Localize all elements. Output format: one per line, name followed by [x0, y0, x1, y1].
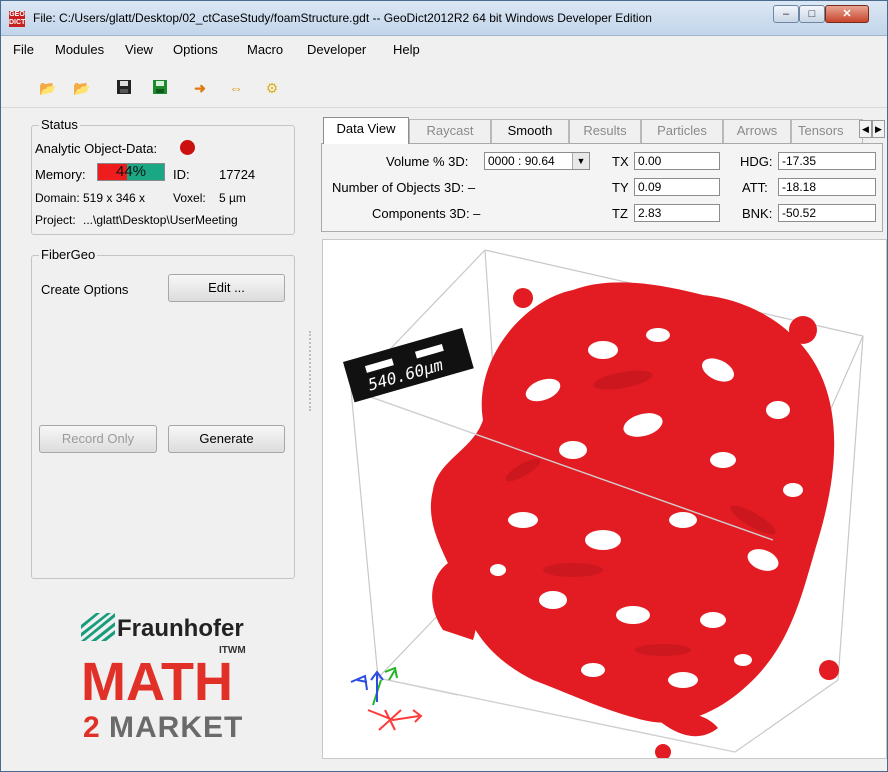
memory-label: Memory:	[35, 167, 86, 182]
tab-scroll-left-icon[interactable]: ◀	[859, 120, 872, 138]
tab-tensors[interactable]: Tensors	[791, 119, 863, 143]
volume-select-value: 0000 : 90.64	[488, 154, 555, 168]
maximize-button[interactable]: □	[799, 5, 825, 23]
tab-scroll-right-icon[interactable]: ▶	[872, 120, 885, 138]
record-only-button[interactable]: Record Only	[39, 425, 157, 453]
scale-bar: 540.60µm	[343, 327, 474, 403]
open-folder-icon[interactable]: 📂	[73, 79, 91, 97]
id-value: 17724	[219, 167, 256, 182]
generate-button[interactable]: Generate	[168, 425, 285, 453]
ty-label: TY	[612, 180, 629, 195]
tab-strip: Data View Raycast Smooth Results Particl…	[321, 117, 887, 233]
memory-value: 44%	[115, 163, 147, 180]
components-label: Components 3D: –	[372, 206, 481, 221]
open-folder-icon[interactable]: 📂	[39, 79, 57, 97]
menu-modules[interactable]: Modules	[55, 42, 104, 57]
tab-results[interactable]: Results	[569, 119, 641, 143]
menu-options[interactable]: Options	[173, 42, 218, 57]
menu-developer[interactable]: Developer	[307, 42, 366, 57]
voxel-label: Voxel:	[173, 191, 206, 205]
tab-data-view[interactable]: Data View	[323, 117, 409, 144]
tab-particles[interactable]: Particles	[641, 119, 723, 143]
voxel-value: 5 µm	[219, 191, 246, 205]
save-as-icon[interactable]	[151, 79, 169, 97]
status-group-title: Status	[39, 117, 80, 132]
tz-field[interactable]: 2.83	[634, 204, 720, 222]
tz-label: TZ	[612, 206, 628, 221]
market-logo-text: MARKET	[109, 711, 244, 744]
tx-label: TX	[612, 154, 629, 169]
hdg-label: HDG:	[740, 154, 773, 169]
arrow-right-icon[interactable]: ➜	[191, 79, 209, 97]
id-label: ID:	[173, 167, 190, 182]
geodict-app-icon[interactable]: GEO DICT	[9, 11, 25, 27]
tab-raycast[interactable]: Raycast	[409, 119, 491, 143]
axes-triad-icon	[350, 666, 423, 731]
3d-viewport[interactable]: 540.60µm	[322, 239, 887, 759]
fraunhofer-text: Fraunhofer	[117, 615, 244, 642]
ty-field[interactable]: 0.09	[634, 178, 720, 196]
project-label: Project:	[35, 213, 76, 227]
chevron-down-icon[interactable]: ▼	[572, 153, 589, 169]
edit-button[interactable]: Edit ...	[168, 274, 285, 302]
tab-smooth[interactable]: Smooth	[491, 119, 569, 143]
domain-value: 519 x 346 x	[83, 191, 146, 205]
save-icon[interactable]	[115, 79, 133, 97]
window-title: File: C:/Users/glatt/Desktop/02_ctCaseSt…	[33, 11, 652, 25]
toolbar: 📂 📂 ➜ ⇔ ⚙	[1, 63, 887, 108]
close-button[interactable]: ✕	[825, 5, 869, 23]
tx-field[interactable]: 0.00	[634, 152, 720, 170]
title-bar: GEO DICT File: C:/Users/glatt/Desktop/02_…	[1, 1, 887, 36]
foam-structure-render[interactable]: 540.60µm	[323, 240, 887, 759]
main-window: GEO DICT File: C:/Users/glatt/Desktop/02_…	[0, 0, 888, 772]
fibergeo-group: FiberGeo	[31, 247, 295, 579]
menu-macro[interactable]: Macro	[247, 42, 283, 57]
bnk-field[interactable]: -50.52	[778, 204, 876, 222]
two-logo-text: 2	[83, 711, 100, 744]
create-options-label: Create Options	[41, 282, 129, 297]
memory-bar: 44%	[97, 163, 165, 181]
domain-label: Domain:	[35, 191, 80, 205]
att-label: ATT:	[742, 180, 768, 195]
fibergeo-group-title: FiberGeo	[39, 247, 98, 262]
tab-arrows[interactable]: Arrows	[723, 119, 791, 143]
fraunhofer-logo: Fraunhofer ITWM	[81, 607, 251, 657]
minimize-button[interactable]: –	[773, 5, 799, 23]
fraunhofer-logo-mark	[81, 613, 115, 641]
gear-icon[interactable]: ⚙	[263, 79, 281, 97]
hdg-field[interactable]: -17.35	[778, 152, 876, 170]
number-of-objects-label: Number of Objects 3D: –	[332, 180, 476, 195]
panel-splitter[interactable]	[309, 331, 313, 411]
volume-label: Volume % 3D:	[386, 154, 469, 169]
att-field[interactable]: -18.18	[778, 178, 876, 196]
analytic-status-indicator	[180, 140, 195, 155]
menu-view[interactable]: View	[125, 42, 153, 57]
data-view-panel: Volume % 3D: 0000 : 90.64 ▼ Number of Ob…	[321, 143, 883, 232]
arrows-left-right-icon[interactable]: ⇔	[227, 79, 245, 97]
volume-select[interactable]: 0000 : 90.64 ▼	[484, 152, 590, 170]
math-logo-text: MATH	[81, 652, 233, 712]
menu-file[interactable]: File	[13, 42, 34, 57]
analytic-object-data-label: Analytic Object-Data:	[35, 141, 158, 156]
project-value: ...\glatt\Desktop\UserMeeting	[83, 213, 238, 227]
bnk-label: BNK:	[742, 206, 773, 221]
menu-bar: File Modules View Options Macro Develope…	[1, 36, 887, 62]
menu-help[interactable]: Help	[393, 42, 420, 57]
